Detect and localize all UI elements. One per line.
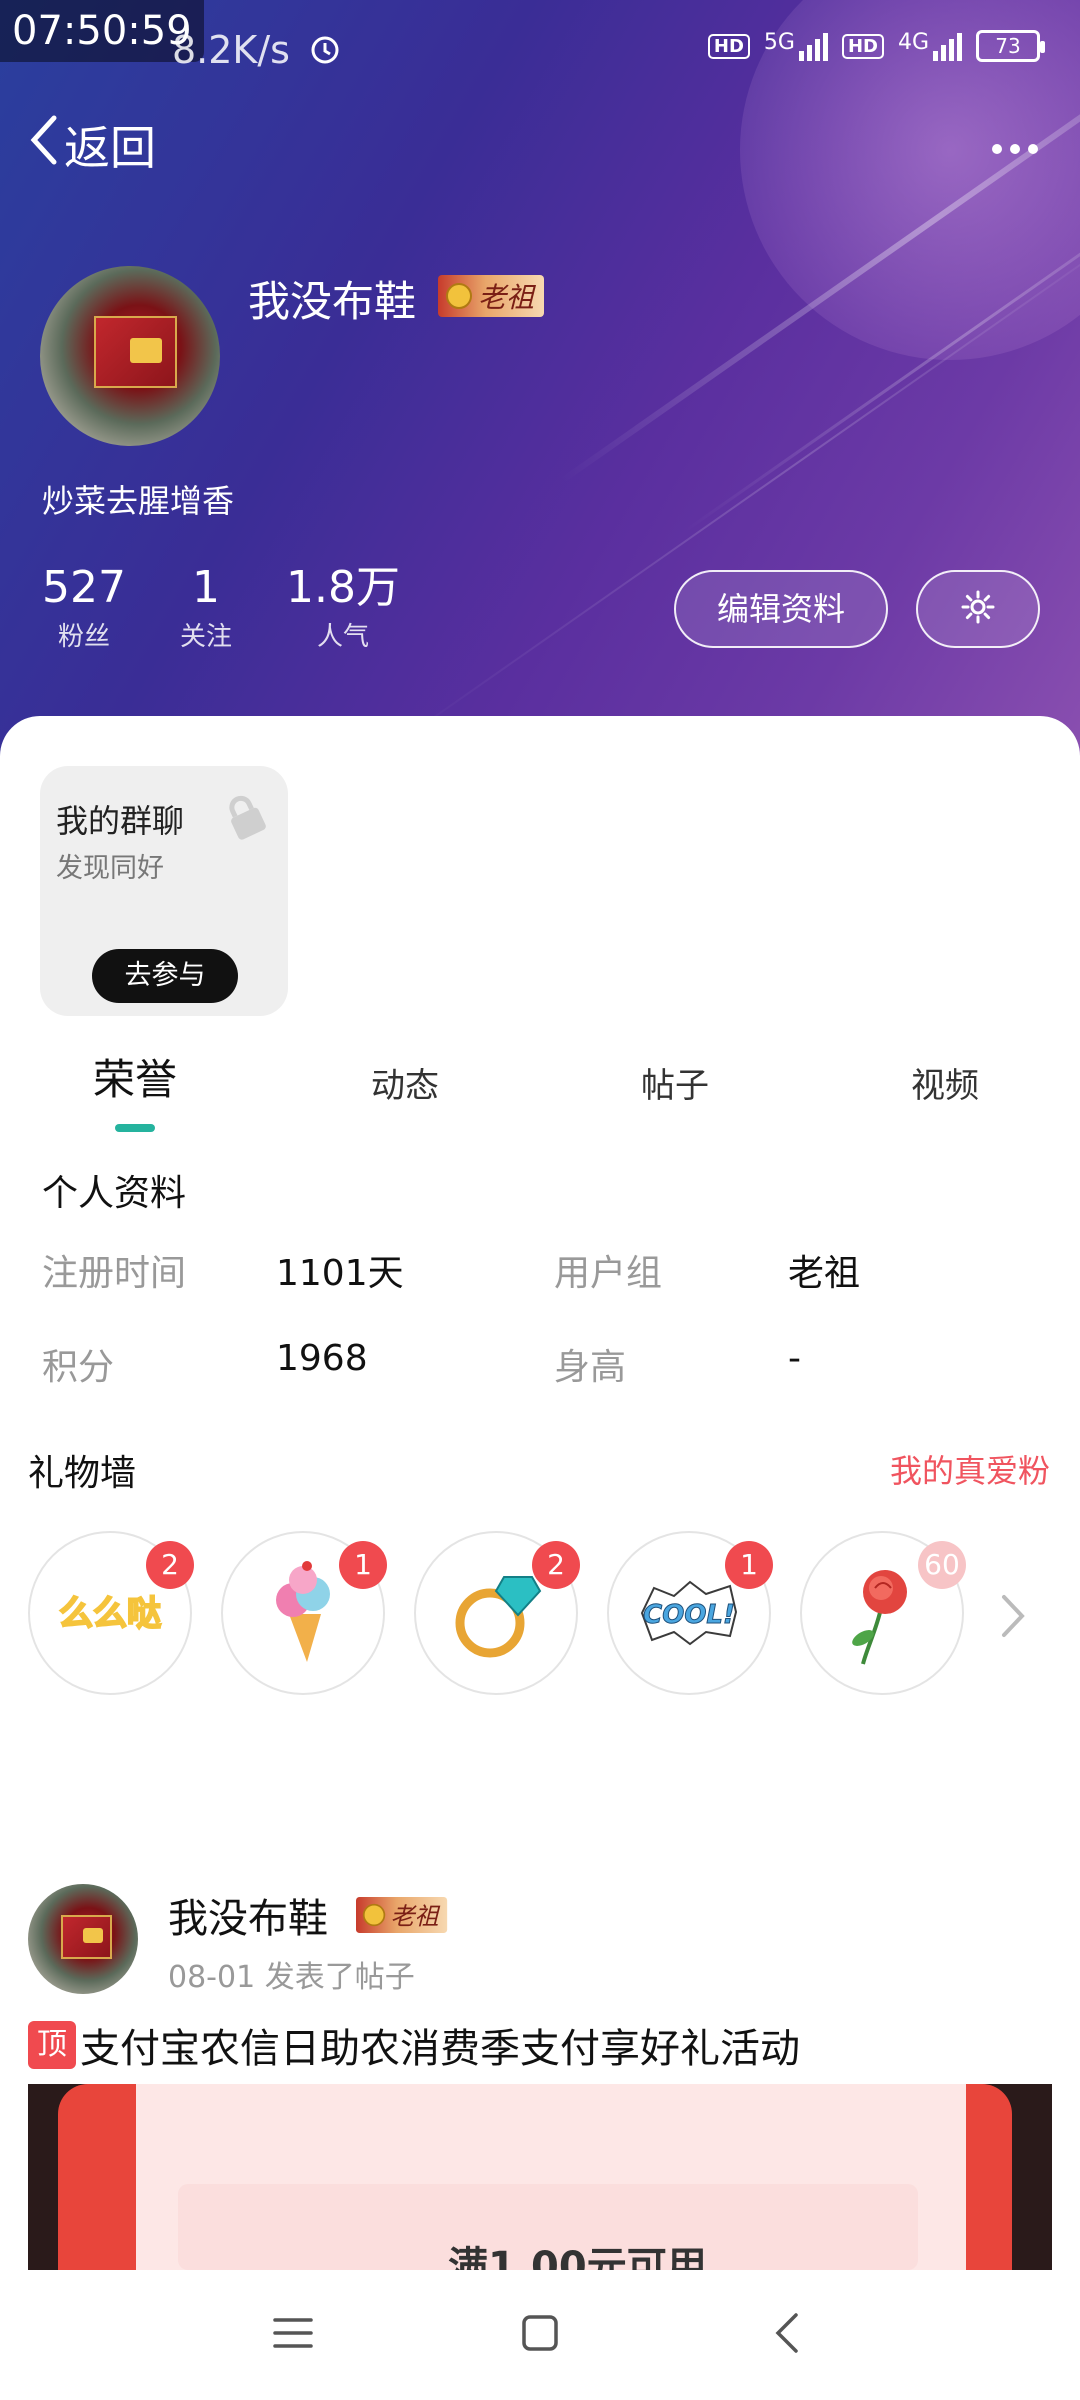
home-square-icon	[521, 2314, 559, 2356]
svg-text:COOL!: COOL!	[643, 1600, 735, 1630]
badge-text: 老祖	[478, 281, 535, 314]
group-chat-card[interactable]: 我的群聊 发现同好 去参与	[40, 766, 288, 1016]
true-fans-link[interactable]: 我的真爱粉	[890, 1446, 1050, 1492]
tab-activity[interactable]: 动态	[270, 1058, 540, 1107]
svg-text:么么哒: 么么哒	[59, 1594, 161, 1634]
post-image-text: 满1.00元可用	[448, 2244, 707, 2270]
stat-label: 人气	[316, 622, 369, 652]
menu-icon	[273, 2316, 314, 2354]
key-icon	[446, 283, 472, 309]
stat-value: 1	[191, 562, 220, 613]
post-title-text: 支付宝农信日助农消费季支付享好礼活动	[80, 2026, 800, 2072]
back-triangle-icon	[774, 2312, 800, 2358]
badge-text: 老祖	[390, 1902, 439, 1931]
ice-cream-icon	[276, 1561, 330, 1662]
key-icon	[362, 1903, 386, 1927]
group-chat-subtitle: 发现同好	[56, 853, 164, 884]
gift-wall-title: 礼物墙	[28, 1453, 137, 1494]
post-image[interactable]: 满1.00元可用	[28, 2084, 1052, 2270]
lock-icon	[220, 790, 272, 846]
status-bar: 07:50:59 8.2K/s HD 5G HD 4G 73	[0, 0, 1080, 100]
back-nav-button[interactable]	[747, 2295, 827, 2375]
gift-ice-cream[interactable]: 1	[221, 1531, 387, 1695]
active-tab-indicator	[115, 1124, 155, 1132]
chevron-right-icon[interactable]	[998, 1591, 1028, 1645]
gift-wall: 么么哒 2 1 2 COOL! 1 60	[28, 1531, 1058, 1701]
info-row: 注册时间 1101天 用户组 老祖	[42, 1244, 1042, 1294]
signal-4g-icon	[933, 31, 962, 61]
back-button[interactable]: 返回	[28, 112, 156, 178]
profile-bio: 炒菜去腥增香	[42, 482, 235, 520]
info-label: 积分	[42, 1347, 115, 1388]
alarm-icon	[308, 31, 342, 75]
info-value: 1968	[276, 1338, 368, 1379]
post-author-badge: 老祖	[356, 1896, 448, 1934]
tab-videos[interactable]: 视频	[810, 1058, 1080, 1107]
avatar[interactable]	[40, 266, 220, 446]
gift-count-badge: 60	[918, 1541, 966, 1589]
profile-stats: 527 粉丝 1 关注 1.8万 人气	[42, 560, 454, 653]
gift-count-badge: 1	[725, 1541, 773, 1589]
gift-count-badge: 2	[146, 1541, 194, 1589]
pinned-tag: 顶	[28, 2021, 76, 2069]
info-value: 1101天	[276, 1253, 404, 1294]
post-author-avatar[interactable]	[28, 1884, 138, 1994]
system-navigation-bar	[0, 2270, 1080, 2400]
stat-fans[interactable]: 527 粉丝	[42, 560, 126, 653]
user-level-badge: 老祖	[438, 275, 545, 317]
home-button[interactable]	[500, 2295, 580, 2375]
profile-content: 我的群聊 发现同好 去参与 荣誉 动态 帖子 视频 个人资料 注册时间 1101…	[0, 716, 1080, 2400]
personal-info-title: 个人资料	[42, 1173, 187, 1214]
stat-value: 1.8万	[286, 562, 400, 613]
network-speed: 8.2K/s	[150, 28, 342, 75]
join-group-button[interactable]: 去参与	[92, 949, 238, 1003]
edit-profile-button[interactable]: 编辑资料	[674, 570, 888, 648]
post-meta: 08-01 发表了帖子	[168, 1960, 415, 1995]
group-chat-title: 我的群聊	[56, 802, 185, 840]
stat-label: 粉丝	[57, 622, 110, 652]
tab-honor[interactable]: 荣誉	[0, 1046, 270, 1107]
stat-following[interactable]: 1 关注	[180, 560, 232, 653]
more-dots-icon	[990, 116, 1040, 167]
gift-zuizui-sticker[interactable]: 么么哒 2	[28, 1531, 194, 1695]
gift-cool-sticker[interactable]: COOL! 1	[607, 1531, 773, 1695]
5g-label: 5G	[763, 30, 795, 55]
zuizui-sticker-icon: 么么哒	[58, 1593, 162, 1635]
gift-count-badge: 1	[339, 1541, 387, 1589]
info-value: 老祖	[788, 1253, 861, 1294]
back-label: 返回	[64, 121, 156, 175]
signal-5g-icon	[798, 31, 828, 61]
chevron-left-icon	[28, 114, 58, 177]
profile-tabs: 荣誉 动态 帖子 视频	[0, 1046, 1080, 1136]
battery-icon: 73	[976, 30, 1045, 62]
diamond-ring-icon	[455, 1576, 542, 1658]
stat-label: 关注	[179, 622, 232, 652]
menu-button[interactable]	[253, 2295, 333, 2375]
post-author-name[interactable]: 我没布鞋	[168, 1886, 328, 1944]
info-label: 身高	[554, 1347, 627, 1388]
stat-popularity[interactable]: 1.8万 人气	[286, 560, 400, 653]
hd-icon: HD	[707, 33, 750, 59]
gift-rose[interactable]: 60	[800, 1531, 966, 1695]
profile-username: 我没布鞋	[248, 277, 417, 326]
settings-button[interactable]	[916, 570, 1040, 648]
network-speed-text: 8.2K/s	[172, 28, 290, 72]
post-title[interactable]: 顶 支付宝农信日助农消费季支付享好礼活动	[28, 2016, 800, 2074]
info-value: -	[788, 1338, 801, 1379]
4g-label: 4G	[897, 30, 929, 55]
cool-sticker-icon: COOL!	[640, 1580, 738, 1646]
more-options-button[interactable]	[990, 132, 1040, 156]
stat-value: 527	[42, 562, 126, 613]
gift-count-badge: 2	[532, 1541, 580, 1589]
rose-icon	[852, 1570, 907, 1665]
gear-icon	[960, 589, 996, 629]
info-label: 注册时间	[42, 1253, 187, 1294]
info-label: 用户组	[554, 1253, 663, 1294]
hd-icon: HD	[841, 33, 884, 59]
info-row: 积分 1968 身高 -	[42, 1338, 1042, 1388]
gift-diamond-ring[interactable]: 2	[414, 1531, 580, 1695]
tab-posts[interactable]: 帖子	[540, 1058, 810, 1107]
status-icons: HD 5G HD 4G 73	[707, 30, 1045, 62]
